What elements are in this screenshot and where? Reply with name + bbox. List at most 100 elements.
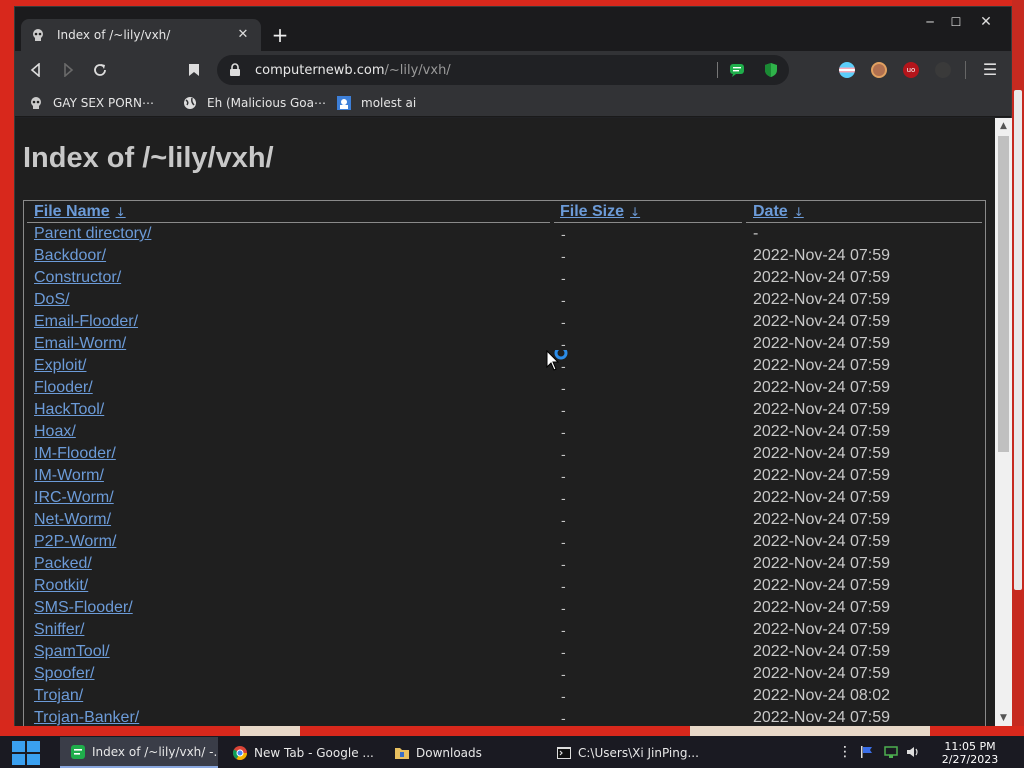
table-row: Backdoor/ - 2022-Nov-24 07:59 — [24, 247, 985, 269]
file-link[interactable]: DoS/ — [34, 291, 70, 309]
taskbar-item-downloads[interactable]: Downloads — [384, 737, 542, 768]
sort-by-date-link[interactable]: Date — [753, 203, 788, 220]
taskbar-item-terminal[interactable]: C:\Users\Xi JinPing... — [546, 737, 704, 768]
column-header-name[interactable]: File Name ↓ — [27, 203, 550, 223]
file-listing-table: File Name ↓ File Size ↓ Date ↓ Parent direc… — [23, 200, 986, 726]
new-tab-button[interactable]: + — [269, 24, 291, 46]
file-link[interactable]: Flooder/ — [34, 379, 93, 397]
file-link[interactable]: SpamTool/ — [34, 643, 110, 661]
file-date: 2022-Nov-24 07:59 — [753, 599, 890, 616]
bookmark-item-2[interactable]: Eh (Malicious Goa⋯ — [183, 93, 326, 113]
flag-tray-icon[interactable] — [860, 745, 874, 759]
file-link[interactable]: Email-Flooder/ — [34, 313, 138, 331]
file-date: 2022-Nov-24 07:59 — [753, 335, 890, 352]
site-favicon-icon — [337, 96, 351, 110]
file-date: 2022-Nov-24 07:59 — [753, 247, 890, 264]
disabled-extension-icon[interactable] — [935, 62, 951, 78]
close-window-icon[interactable]: ✕ — [973, 11, 999, 33]
bookmark-icon[interactable] — [183, 59, 205, 81]
file-link[interactable]: Trojan-Banker/ — [34, 709, 139, 726]
title-bar: Index of /~lily/vxh/ ✕ + ─ ☐ ✕ — [15, 7, 1011, 51]
file-link[interactable]: Trojan/ — [34, 687, 83, 705]
sort-by-size-link[interactable]: File Size — [560, 203, 624, 220]
scrollbar-thumb[interactable] — [998, 136, 1009, 452]
file-link[interactable]: Sniffer/ — [34, 621, 84, 639]
table-row: DoS/ - 2022-Nov-24 07:59 — [24, 291, 985, 313]
file-size: - — [561, 688, 566, 704]
file-link[interactable]: Packed/ — [34, 555, 92, 573]
column-header-size[interactable]: File Size ↓ — [554, 203, 742, 223]
chat-extension-icon[interactable] — [729, 62, 745, 81]
table-row: IM-Worm/ - 2022-Nov-24 07:59 — [24, 467, 985, 489]
scroll-down-icon[interactable]: ▼ — [995, 710, 1012, 726]
wallpaper-segment — [930, 726, 1024, 736]
taskbar-item-browser-dev[interactable]: Index of /~lily/vxh/ -... — [60, 737, 218, 768]
file-link[interactable]: Net-Worm/ — [34, 511, 111, 529]
file-size: - — [561, 270, 566, 286]
page-title: Index of /~lily/vxh/ — [23, 142, 274, 174]
maximize-icon[interactable]: ☐ — [943, 11, 969, 33]
file-size: - — [561, 226, 566, 242]
minimize-icon[interactable]: ─ — [917, 11, 943, 33]
file-link[interactable]: IRC-Worm/ — [34, 489, 114, 507]
table-row: Trojan/ - 2022-Nov-24 08:02 — [24, 687, 985, 709]
taskbar-item-label: Downloads — [416, 745, 482, 760]
scroll-up-icon[interactable]: ▲ — [995, 118, 1012, 134]
file-link[interactable]: Email-Worm/ — [34, 335, 126, 353]
system-clock[interactable]: 11:05 PM 2/27/2023 — [938, 740, 1002, 766]
reload-icon[interactable] — [89, 59, 111, 81]
file-link[interactable]: Constructor/ — [34, 269, 121, 287]
clock-time: 11:05 PM — [944, 740, 996, 753]
bookmark-item-3[interactable]: molest ai — [337, 93, 416, 113]
file-link[interactable]: HackTool/ — [34, 401, 104, 419]
ublock-icon[interactable]: uo — [903, 62, 919, 78]
start-button[interactable] — [10, 738, 44, 768]
file-link[interactable]: Spoofer/ — [34, 665, 94, 683]
file-size: - — [561, 490, 566, 506]
avatar-extension-icon[interactable] — [871, 62, 887, 78]
forward-icon[interactable] — [57, 59, 79, 81]
tab-active[interactable]: Index of /~lily/vxh/ ✕ — [21, 19, 261, 51]
sort-by-name-link[interactable]: File Name — [34, 203, 110, 220]
back-icon[interactable] — [25, 59, 47, 81]
background-window-edge — [1014, 90, 1022, 590]
file-link[interactable]: Rootkit/ — [34, 577, 88, 595]
file-date: 2022-Nov-24 07:59 — [753, 467, 890, 484]
table-row: Packed/ - 2022-Nov-24 07:59 — [24, 555, 985, 577]
file-link[interactable]: Hoax/ — [34, 423, 76, 441]
vertical-scrollbar[interactable]: ▲ ▼ — [995, 118, 1012, 726]
address-bar[interactable]: computernewb.com/~lily/vxh/ — [217, 55, 789, 85]
table-row: Sniffer/ - 2022-Nov-24 07:59 — [24, 621, 985, 643]
file-size: - — [561, 578, 566, 594]
tab-title: Index of /~lily/vxh/ — [57, 28, 171, 42]
file-link[interactable]: IM-Flooder/ — [34, 445, 116, 463]
file-size: - — [561, 600, 566, 616]
file-link[interactable]: Parent directory/ — [34, 225, 151, 243]
table-row: Hoax/ - 2022-Nov-24 07:59 — [24, 423, 985, 445]
folder-icon — [394, 745, 410, 761]
file-size: - — [561, 710, 566, 726]
menu-icon[interactable]: ☰ — [979, 59, 1001, 81]
file-link[interactable]: SMS-Flooder/ — [34, 599, 133, 617]
bookmark-item-1[interactable]: GAY SEX PORN⋯ — [29, 93, 154, 113]
file-date: 2022-Nov-24 07:59 — [753, 511, 890, 528]
bookmark-label: GAY SEX PORN⋯ — [53, 96, 154, 110]
network-tray-icon[interactable] — [884, 745, 898, 759]
taskbar: Index of /~lily/vxh/ -... New Tab - Goog… — [0, 736, 1024, 768]
column-header-date[interactable]: Date ↓ — [746, 203, 982, 223]
file-link[interactable]: Exploit/ — [34, 357, 86, 375]
bookmarks-bar: GAY SEX PORN⋯ Eh (Malicious Goa⋯ molest … — [15, 89, 1011, 117]
url-host: computernewb.com — [255, 62, 385, 78]
file-link[interactable]: IM-Worm/ — [34, 467, 104, 485]
tab-close-icon[interactable]: ✕ — [235, 27, 251, 43]
flag-extension-icon[interactable] — [839, 62, 855, 78]
shield-extension-icon[interactable] — [763, 62, 779, 81]
volume-tray-icon[interactable] — [906, 745, 920, 759]
file-size: - — [561, 292, 566, 308]
wallpaper-segment — [0, 726, 240, 736]
tray-overflow-icon[interactable]: ⋮ — [838, 745, 852, 759]
file-link[interactable]: P2P-Worm/ — [34, 533, 116, 551]
chrome-icon — [232, 745, 248, 761]
file-link[interactable]: Backdoor/ — [34, 247, 106, 265]
taskbar-item-chrome[interactable]: New Tab - Google ... — [222, 737, 380, 768]
